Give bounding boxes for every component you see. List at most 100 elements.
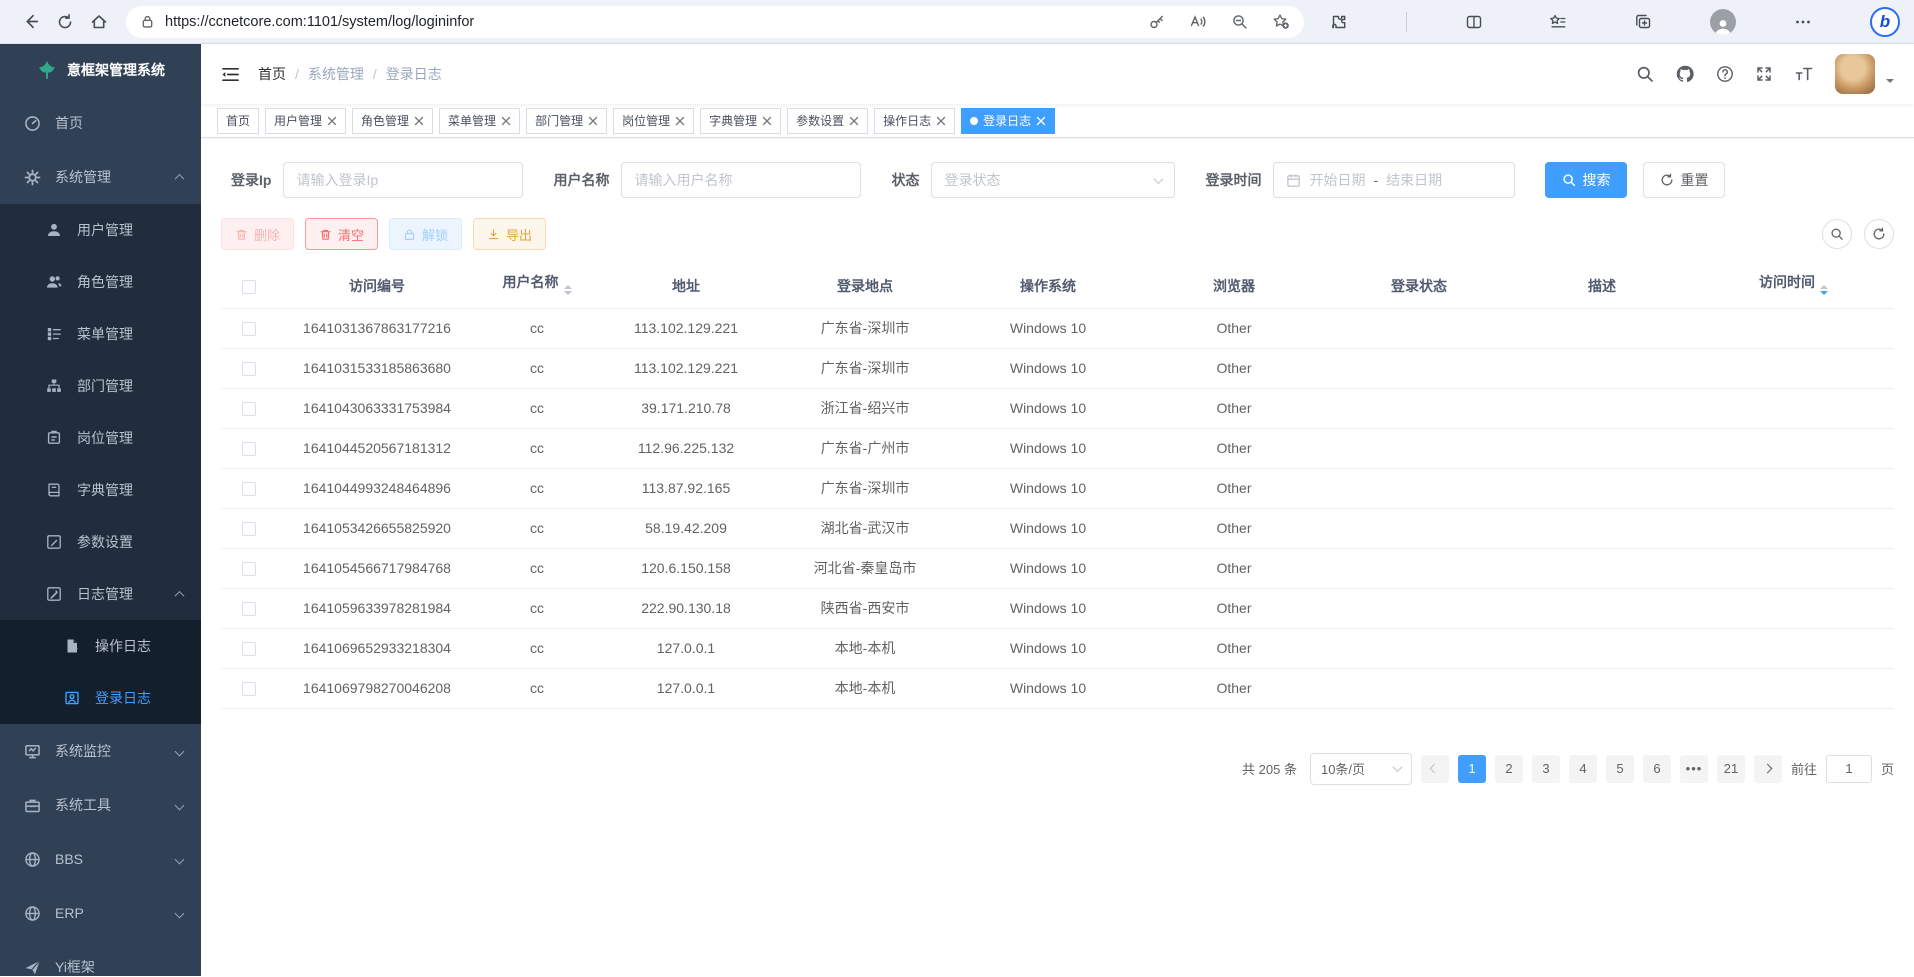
tab-login-log[interactable]: 登录日志 [961,108,1055,134]
collections-button[interactable] [1626,5,1660,39]
sidebar-item-dept[interactable]: 部门管理 [0,360,201,412]
help-button[interactable] [1716,65,1734,83]
sidebar-item-param[interactable]: 参数设置 [0,516,201,568]
page-button-5[interactable]: 5 [1606,755,1634,783]
favorites-button[interactable] [1541,5,1575,39]
sidebar-item-bbs[interactable]: BBS [0,832,201,886]
fullscreen-button[interactable] [1755,65,1773,83]
search-button[interactable]: 搜索 [1545,162,1627,198]
sort-icon-active[interactable] [1820,281,1828,299]
close-icon[interactable] [849,116,859,126]
browser-menu-button[interactable] [1786,5,1820,39]
page-button-2[interactable]: 2 [1495,755,1523,783]
unlock-button[interactable]: 解锁 [389,218,462,250]
sidebar-item-monitor[interactable]: 系统监控 [0,724,201,778]
reset-button[interactable]: 重置 [1643,162,1725,198]
page-button-6[interactable]: 6 [1643,755,1671,783]
page-button-4[interactable]: 4 [1569,755,1597,783]
header-search-button[interactable] [1636,65,1654,83]
close-icon[interactable] [588,116,598,126]
browser-home-button[interactable] [82,5,116,39]
sidebar-item-log[interactable]: 日志管理 [0,568,201,620]
clear-button[interactable]: 清空 [305,218,378,250]
page-button-21[interactable]: 21 [1717,755,1745,783]
end-date-placeholder[interactable]: 结束日期 [1386,170,1442,190]
export-button[interactable]: 导出 [473,218,546,250]
tab-menu-mgmt[interactable]: 菜单管理 [439,108,520,134]
tab-dict-mgmt[interactable]: 字典管理 [700,108,781,134]
sidebar-item-erp[interactable]: ERP [0,886,201,940]
close-icon[interactable] [762,116,772,126]
row-checkbox[interactable] [242,562,256,576]
row-checkbox[interactable] [242,482,256,496]
close-icon[interactable] [327,116,337,126]
bing-chat-button[interactable]: b [1870,7,1900,37]
select-all-checkbox[interactable] [242,280,256,294]
sidebar-item-tools[interactable]: 系统工具 [0,778,201,832]
avatar-caret-icon[interactable] [1886,79,1894,87]
sidebar-item-post[interactable]: 岗位管理 [0,412,201,464]
sidebar-item-loginlog[interactable]: 登录日志 [0,672,201,724]
refresh-table-button[interactable] [1864,219,1894,249]
date-range-picker[interactable]: 开始日期 - 结束日期 [1273,162,1515,198]
row-checkbox[interactable] [242,682,256,696]
tab-param-settings[interactable]: 参数设置 [787,108,868,134]
add-favorite-button[interactable] [1272,13,1290,30]
close-icon[interactable] [414,116,424,126]
sidebar-item-operlog[interactable]: 操作日志 [0,620,201,672]
breadcrumb-level1[interactable]: 系统管理 [308,64,364,84]
tab-dept-mgmt[interactable]: 部门管理 [526,108,607,134]
split-screen-button[interactable] [1457,5,1491,39]
sidebar-item-yi[interactable]: Yi框架 [0,940,201,976]
row-checkbox[interactable] [242,362,256,376]
row-checkbox[interactable] [242,322,256,336]
row-checkbox[interactable] [242,522,256,536]
sidebar-item-user[interactable]: 用户管理 [0,204,201,256]
tab-role-mgmt[interactable]: 角色管理 [352,108,433,134]
next-page-button[interactable] [1754,755,1782,783]
close-icon[interactable] [501,116,511,126]
address-bar[interactable]: https://ccnetcore.com:1101/system/log/lo… [126,6,1304,38]
user-avatar[interactable] [1835,54,1875,94]
page-button-3[interactable]: 3 [1532,755,1560,783]
user-name-input[interactable] [634,172,848,188]
page-button-1[interactable]: 1 [1458,755,1486,783]
tab-oper-log[interactable]: 操作日志 [874,108,955,134]
row-checkbox[interactable] [242,602,256,616]
login-ip-input[interactable] [296,172,510,188]
zoom-out-button[interactable] [1231,13,1248,30]
row-checkbox[interactable] [242,402,256,416]
delete-button[interactable]: 删除 [221,218,294,250]
read-aloud-button[interactable] [1189,13,1207,30]
github-button[interactable] [1675,64,1695,84]
col-visit-time[interactable]: 访问时间 [1693,264,1894,308]
page-size-select[interactable]: 10条/页 [1310,753,1412,785]
tab-user-mgmt[interactable]: 用户管理 [265,108,346,134]
extensions-button[interactable] [1322,5,1356,39]
sidebar-item-dict[interactable]: 字典管理 [0,464,201,516]
browser-profile-avatar[interactable] [1710,9,1736,35]
sidebar-item-menu[interactable]: 菜单管理 [0,308,201,360]
text-size-button[interactable] [1794,65,1814,83]
sort-icon[interactable] [564,281,572,299]
more-pages-button[interactable]: ••• [1680,755,1708,783]
browser-refresh-button[interactable] [48,5,82,39]
start-date-placeholder[interactable]: 开始日期 [1309,170,1365,190]
sidebar-item-system[interactable]: 系统管理 [0,150,201,204]
close-icon[interactable] [675,116,685,126]
sidebar-collapse-button[interactable] [221,66,240,83]
close-icon[interactable] [936,116,946,126]
status-select[interactable]: 登录状态 [931,162,1175,198]
sidebar-item-role[interactable]: 角色管理 [0,256,201,308]
close-icon[interactable] [1036,116,1046,126]
col-user-name[interactable]: 用户名称 [477,264,597,308]
toggle-search-button[interactable] [1822,219,1852,249]
breadcrumb-home[interactable]: 首页 [258,64,286,84]
prev-page-button[interactable] [1421,755,1449,783]
tab-home[interactable]: 首页 [217,108,259,134]
row-checkbox[interactable] [242,642,256,656]
password-key-button[interactable] [1148,13,1165,30]
browser-back-button[interactable] [14,5,48,39]
url-text[interactable]: https://ccnetcore.com:1101/system/log/lo… [165,14,1124,30]
tab-post-mgmt[interactable]: 岗位管理 [613,108,694,134]
